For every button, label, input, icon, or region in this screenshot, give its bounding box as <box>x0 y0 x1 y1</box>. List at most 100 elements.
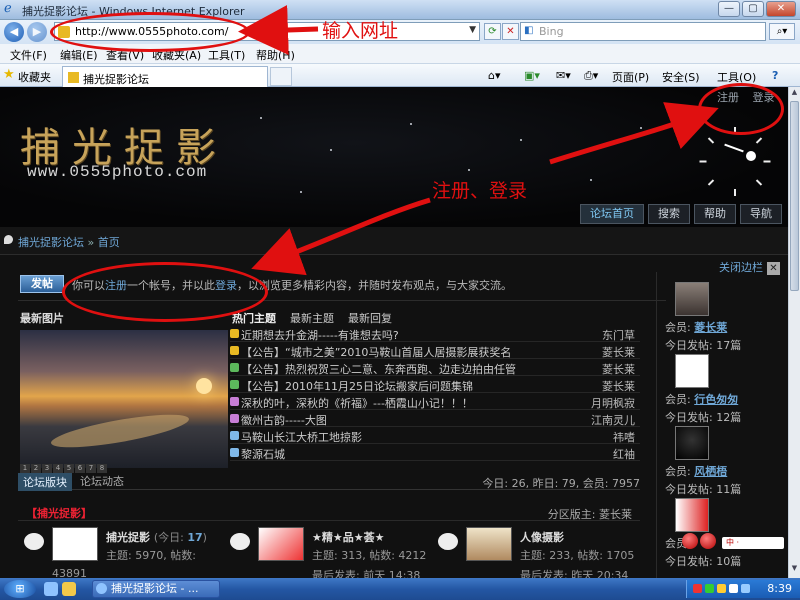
post-button[interactable]: 发帖 <box>20 275 64 293</box>
close-window-button[interactable]: ✕ <box>766 1 796 17</box>
topic-author-link[interactable]: 菱长莱 <box>602 344 635 360</box>
topic-title-link[interactable]: 黎源石城 <box>241 446 285 462</box>
forward-button[interactable]: ▶ <box>27 22 47 42</box>
topic-author-link[interactable]: 菱长莱 <box>602 361 635 377</box>
vertical-scrollbar[interactable]: ▲ ▼ <box>788 87 800 578</box>
topic-type-icon <box>230 414 239 423</box>
menu-file[interactable]: 文件(F) <box>10 47 47 63</box>
favorites-button[interactable]: 收藏夹 <box>18 69 51 85</box>
scroll-down-icon[interactable]: ▼ <box>790 564 799 576</box>
topic-title-link[interactable]: 【公告】热烈祝贺三心二意、东奔西跑、边走边拍由任管 <box>241 361 516 377</box>
tab-latest-topics[interactable]: 最新主题 <box>290 310 334 326</box>
nav-forum-home[interactable]: 论坛首页 <box>580 204 644 224</box>
member-card: 会员: 风栖梧 今日发帖: 11篇 <box>661 426 786 498</box>
clock-time[interactable]: 8:39 <box>767 582 792 595</box>
avatar[interactable] <box>675 426 709 460</box>
quicklaunch-ie-icon[interactable] <box>44 582 58 596</box>
page-menu[interactable]: 页面(P) <box>612 69 649 85</box>
topic-title-link[interactable]: 深秋的叶，深秋的《祈福》---栖霞山小记！！！ <box>241 395 473 411</box>
table-row[interactable]: 【公告】2010年11月25日论坛搬家后问题集锦 菱长莱 <box>230 377 640 393</box>
forum-name[interactable]: 捕光捉影 (今日: 17) <box>106 529 207 545</box>
nav-search[interactable]: 搜索 <box>648 204 690 224</box>
topic-title-link[interactable]: 徽州古韵-----大图 <box>241 412 327 428</box>
table-row[interactable]: 马鞍山长江大桥工地掠影 祎嗜 <box>230 428 640 444</box>
search-button[interactable]: ⌕▾ <box>769 23 795 40</box>
nav-guide[interactable]: 导航 <box>740 204 782 224</box>
forum-name[interactable]: 人像摄影 <box>520 529 564 545</box>
chevron-down-icon[interactable]: ▼ <box>469 25 476 35</box>
volume-icon[interactable] <box>741 584 750 593</box>
forum-name[interactable]: ★精★品★荟★ <box>312 529 384 545</box>
topic-title-link[interactable]: 【公告】“城市之美”2010马鞍山首届人居摄影展获奖名 <box>241 344 511 360</box>
nav-help[interactable]: 帮助 <box>694 204 736 224</box>
safety-menu[interactable]: 安全(S) <box>662 69 700 85</box>
member-name-link[interactable]: 风栖梧 <box>694 465 727 478</box>
tray-icon[interactable] <box>729 584 738 593</box>
tab-forum-activity[interactable]: 论坛动态 <box>80 473 124 489</box>
stop-button[interactable]: ✕ <box>502 23 519 40</box>
category-name[interactable]: 【捕光捉影】 <box>26 505 92 521</box>
search-placeholder[interactable]: Bing <box>539 25 564 38</box>
home-bubble-icon <box>4 235 13 244</box>
topic-author-link[interactable]: 江南灵儿 <box>591 412 635 428</box>
widget-ball-icon[interactable] <box>700 533 716 549</box>
maximize-button[interactable]: ▢ <box>742 1 764 17</box>
home-icon[interactable]: ⌂▾ <box>488 69 501 82</box>
menu-edit[interactable]: 编辑(E) <box>60 47 98 63</box>
widget-ball-icon[interactable] <box>682 533 698 549</box>
mail-icon[interactable]: ✉▾ <box>556 69 571 82</box>
tab-current[interactable]: 捕光捉影论坛 <box>62 66 268 87</box>
topic-author-link[interactable]: 月明枫寂 <box>591 395 635 411</box>
forum-thumbnail[interactable] <box>258 527 304 561</box>
forum-thumbnail[interactable] <box>466 527 512 561</box>
table-row[interactable]: 【公告】热烈祝贺三心二意、东奔西跑、边走边拍由任管 菱长莱 <box>230 360 640 376</box>
avatar[interactable] <box>675 282 709 316</box>
quicklaunch-folder-icon[interactable] <box>62 582 76 596</box>
menu-help[interactable]: 帮助(H) <box>256 47 295 63</box>
topic-author-link[interactable]: 菱长莱 <box>602 378 635 394</box>
feeds-icon[interactable]: ▣▾ <box>524 69 540 82</box>
topic-title-link[interactable]: 马鞍山长江大桥工地掠影 <box>241 429 362 445</box>
print-icon[interactable]: ⎙▾ <box>584 69 598 83</box>
avatar[interactable] <box>675 498 709 532</box>
taskbar-item-label[interactable]: 捕光捉影论坛 - ... <box>111 582 198 595</box>
table-row[interactable]: 深秋的叶，深秋的《祈福》---栖霞山小记！！！ 月明枫寂 <box>230 394 640 410</box>
menu-tools[interactable]: 工具(T) <box>208 47 245 63</box>
favorites-star-icon[interactable]: ★ <box>3 67 15 82</box>
taskbar-item-ie[interactable]: 捕光捉影论坛 - ... <box>92 580 220 598</box>
breadcrumb-home[interactable]: 首页 <box>98 236 120 249</box>
tab-title[interactable]: 捕光捉影论坛 <box>83 71 149 87</box>
tray-icon[interactable] <box>717 584 726 593</box>
featured-photo[interactable] <box>20 330 228 468</box>
forum-bubble-icon <box>438 533 458 550</box>
tray-icon[interactable] <box>705 584 714 593</box>
member-name-link[interactable]: 菱长莱 <box>694 321 727 334</box>
help-icon[interactable]: ? <box>772 69 778 82</box>
member-name-link[interactable]: 行色匆匆 <box>694 393 738 406</box>
refresh-button[interactable]: ⟳ <box>484 23 501 40</box>
avatar[interactable] <box>675 354 709 388</box>
table-row[interactable]: 黎源石城 红袖 <box>230 445 640 461</box>
scroll-thumb[interactable] <box>790 101 799 291</box>
breadcrumb-forum[interactable]: 捕光捉影论坛 <box>18 236 84 249</box>
start-button[interactable]: ⊞ <box>4 580 36 598</box>
minimize-button[interactable]: — <box>718 1 740 17</box>
tray-icon[interactable] <box>693 584 702 593</box>
new-tab-button[interactable] <box>270 67 292 86</box>
back-button[interactable]: ◀ <box>4 22 24 42</box>
taskbar: ⊞ 捕光捉影论坛 - ... 8:39 <box>0 578 800 600</box>
topic-author-link[interactable]: 东门草 <box>602 327 635 343</box>
table-row[interactable]: 徽州古韵-----大图 江南灵儿 <box>230 411 640 427</box>
forum-thumbnail[interactable] <box>52 527 98 561</box>
topic-author-link[interactable]: 红袖 <box>613 446 635 462</box>
table-row[interactable]: 近期想去升金湖-----有谁想去吗? 东门草 <box>230 326 640 342</box>
tab-forum-boards[interactable]: 论坛版块 <box>18 473 72 491</box>
topic-title-link[interactable]: 近期想去升金湖-----有谁想去吗? <box>241 327 399 343</box>
widget-bar[interactable]: 中 · <box>722 537 784 549</box>
tab-latest-replies[interactable]: 最新回复 <box>348 310 392 326</box>
topic-author-link[interactable]: 祎嗜 <box>613 429 635 445</box>
table-row[interactable]: 【公告】“城市之美”2010马鞍山首届人居摄影展获奖名 菱长莱 <box>230 343 640 359</box>
topic-title-link[interactable]: 【公告】2010年11月25日论坛搬家后问题集锦 <box>241 378 473 394</box>
scroll-up-icon[interactable]: ▲ <box>790 88 799 100</box>
search-box[interactable]: ◧ Bing <box>520 22 766 41</box>
